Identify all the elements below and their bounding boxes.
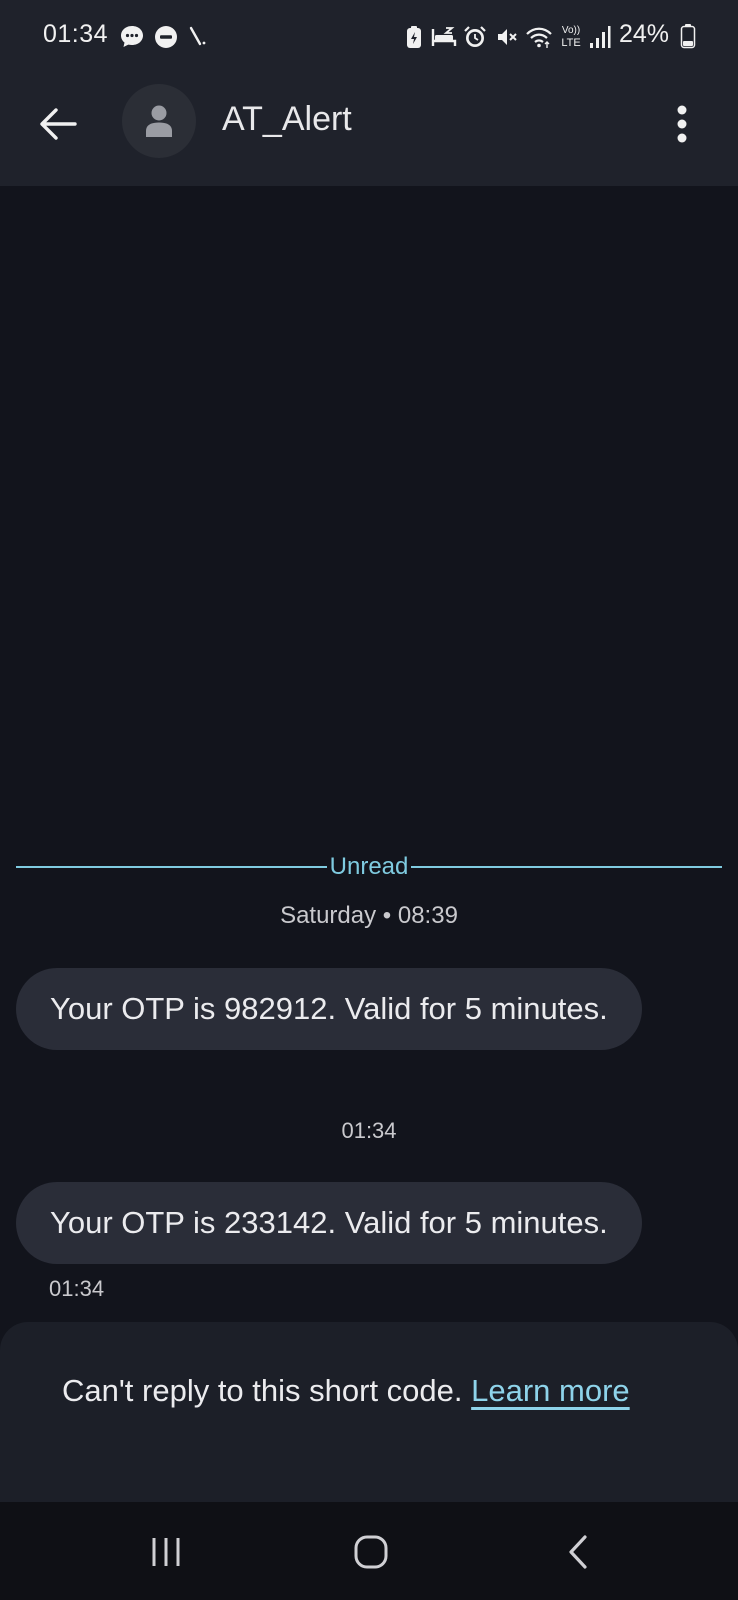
reply-info-text: Can't reply to this short code. Learn mo… [62, 1366, 662, 1415]
contact-name[interactable]: AT_Alert [222, 100, 352, 139]
reply-info-label: Can't reply to this short code. [62, 1373, 463, 1408]
recent-apps-button[interactable] [136, 1524, 196, 1580]
arrow-back-icon [40, 108, 77, 140]
home-button[interactable] [341, 1524, 401, 1580]
back-nav-button[interactable] [548, 1524, 608, 1580]
message-bubble[interactable]: Your OTP is 233142. Valid for 5 minutes. [16, 1182, 642, 1264]
more-vert-icon [677, 105, 687, 143]
message-timestamp: 01:34 [49, 1276, 105, 1301]
svg-text:Vo)): Vo)) [562, 25, 580, 36]
divider-line-right [411, 866, 722, 868]
more-options-button[interactable] [660, 96, 704, 152]
unread-label: Unread [329, 853, 409, 880]
header-area: 01:34 Vo)) LTE 24% AT_Alert [0, 0, 738, 186]
battery-saver-icon [404, 24, 424, 50]
person-icon [146, 105, 172, 137]
app-bar: AT_Alert [0, 70, 738, 186]
navigation-bar [0, 1502, 738, 1600]
unread-divider: Unread [16, 852, 722, 882]
volte-icon: Vo)) LTE [559, 22, 583, 50]
reply-unavailable-panel: Can't reply to this short code. Learn mo… [0, 1322, 738, 1502]
battery-icon [679, 22, 697, 50]
back-nav-icon [569, 1535, 587, 1569]
date-stamp: Saturday • 08:39 [280, 902, 458, 929]
signal-icon [588, 24, 612, 50]
status-time: 01:34 [43, 20, 109, 48]
recent-apps-icon [152, 1538, 180, 1566]
learn-more-link[interactable]: Learn more [471, 1373, 630, 1408]
message-bubble[interactable]: Your OTP is 982912. Valid for 5 minutes. [16, 968, 642, 1050]
time-header: 01:34 [341, 1118, 397, 1143]
contact-avatar[interactable] [122, 84, 196, 158]
wifi-icon [524, 24, 554, 50]
alarm-icon [462, 24, 488, 50]
divider-line-left [16, 866, 327, 868]
back-button[interactable] [32, 98, 84, 150]
missed-call-icon [186, 24, 210, 50]
do-not-disturb-icon [153, 24, 179, 50]
battery-percent: 24% [619, 20, 670, 48]
status-bar: 01:34 Vo)) LTE 24% [0, 0, 738, 70]
home-icon [354, 1535, 388, 1569]
vibrate-mute-icon [494, 24, 520, 50]
message-notification-icon [119, 24, 145, 50]
svg-text:LTE: LTE [561, 37, 580, 49]
sleep-mode-icon [430, 24, 458, 50]
